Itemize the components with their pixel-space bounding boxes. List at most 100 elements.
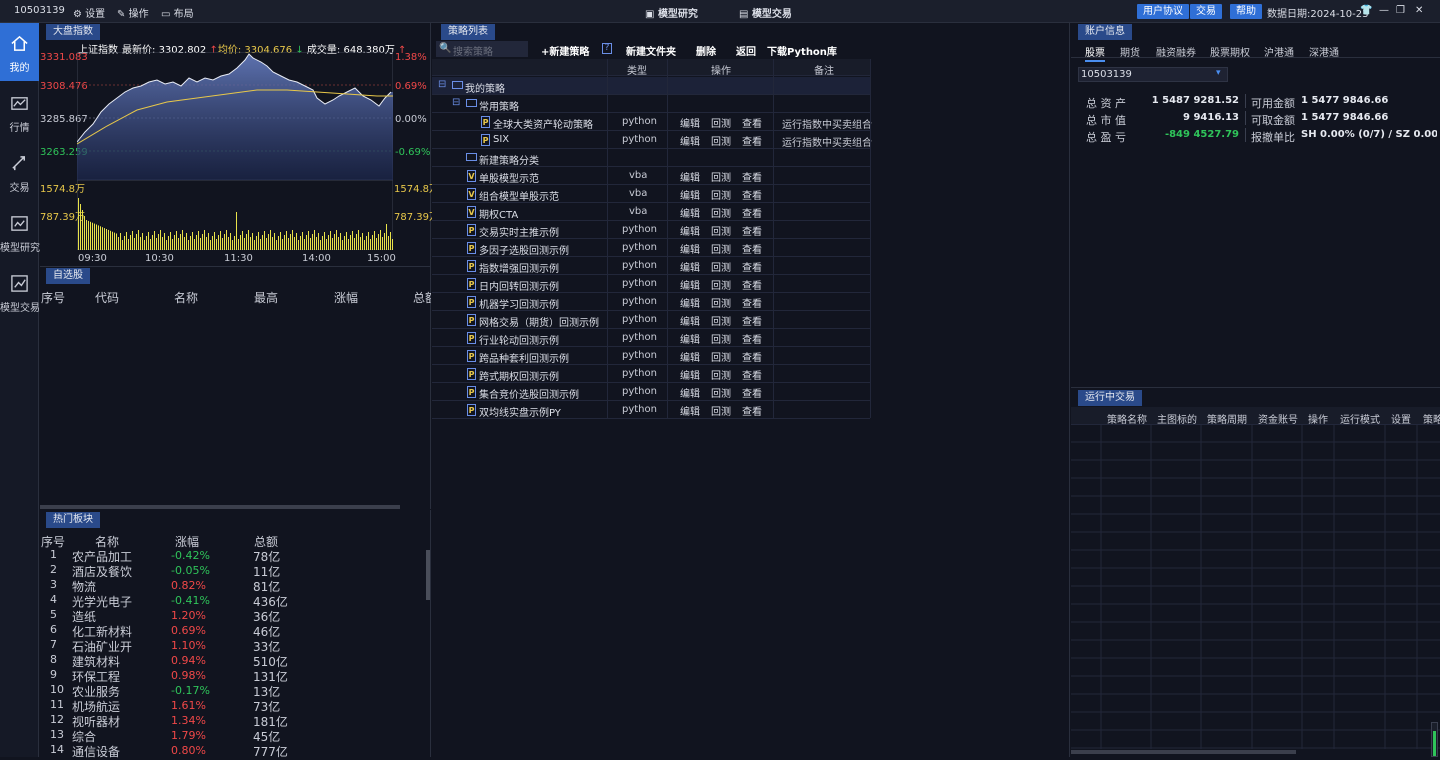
strategy-row[interactable]: ⊟ 我的策略	[432, 77, 870, 95]
new-strategy-button[interactable]: +新建策略	[541, 43, 589, 58]
hot-sector-row[interactable]: 12 视听器材 1.34% 181亿	[40, 713, 425, 729]
running-col[interactable]: 运行模式	[1340, 411, 1380, 426]
strategy-row[interactable]: P 多因子选股回测示例 python 编辑 回测 查看	[432, 239, 870, 257]
hot-sector-row[interactable]: 13 综合 1.79% 45亿	[40, 728, 425, 744]
edit-action[interactable]: 编辑	[680, 169, 700, 184]
col-code[interactable]: 代码	[95, 289, 119, 306]
hot-sector-row[interactable]: 8 建筑材料 0.94% 510亿	[40, 653, 425, 669]
nav-trade[interactable]: 交易	[0, 143, 39, 201]
strategy-row[interactable]: 新建策略分类	[432, 149, 870, 167]
view-action[interactable]: 查看	[742, 313, 762, 328]
col-index[interactable]: 序号	[41, 289, 65, 306]
hot-sector-row[interactable]: 3 物流 0.82% 81亿	[40, 578, 425, 594]
strategy-row[interactable]: P 双均线实盘示例PY python 编辑 回测 查看	[432, 401, 870, 419]
view-action[interactable]: 查看	[742, 205, 762, 220]
edit-action[interactable]: 编辑	[680, 277, 700, 292]
view-action[interactable]: 查看	[742, 349, 762, 364]
edit-action[interactable]: 编辑	[680, 385, 700, 400]
download-python-button[interactable]: 下载Python库	[767, 43, 837, 58]
col-name[interactable]: 名称	[174, 289, 198, 306]
close-icon[interactable]: ✕	[1415, 5, 1423, 16]
backtest-action[interactable]: 回测	[711, 187, 731, 202]
strategy-tab[interactable]: 策略列表	[441, 24, 495, 40]
strategy-row[interactable]: P 全球大类资产轮动策略 python 编辑 回测 查看 运行指数中买卖组合	[432, 113, 872, 131]
strategy-row[interactable]: P 交易实时主推示例 python 编辑 回测 查看	[432, 221, 870, 239]
backtest-action[interactable]: 回测	[711, 385, 731, 400]
view-action[interactable]: 查看	[742, 295, 762, 310]
running-col[interactable]: 主图标的	[1157, 411, 1197, 426]
backtest-action[interactable]: 回测	[711, 313, 731, 328]
view-action[interactable]: 查看	[742, 403, 762, 418]
running-col[interactable]: 策略	[1423, 411, 1440, 426]
strategy-row[interactable]: P 机器学习回测示例 python 编辑 回测 查看	[432, 293, 870, 311]
col-change[interactable]: 涨幅	[334, 289, 358, 306]
backtest-action[interactable]: 回测	[711, 349, 731, 364]
hot-sector-row[interactable]: 6 化工新材料 0.69% 46亿	[40, 623, 425, 639]
running-col[interactable]: 操作	[1308, 411, 1328, 426]
view-action[interactable]: 查看	[742, 241, 762, 256]
settings-menu[interactable]: ⚙ 设置	[73, 5, 105, 20]
edit-action[interactable]: 编辑	[680, 115, 700, 130]
edit-action[interactable]: 编辑	[680, 349, 700, 364]
edit-action[interactable]: 编辑	[680, 187, 700, 202]
backtest-action[interactable]: 回测	[711, 367, 731, 382]
strategy-row[interactable]: P 指数增强回测示例 python 编辑 回测 查看	[432, 257, 870, 275]
strategy-row[interactable]: V 组合模型单股示范 vba 编辑 回测 查看	[432, 185, 870, 203]
account-tab[interactable]: 账户信息	[1078, 24, 1132, 40]
back-button[interactable]: 返回	[736, 43, 756, 58]
operate-menu[interactable]: ✎ 操作	[117, 5, 149, 20]
index-panel-tab[interactable]: 大盘指数	[46, 24, 100, 40]
backtest-action[interactable]: 回测	[711, 115, 731, 130]
edit-action[interactable]: 编辑	[680, 133, 700, 148]
tree-toggle-icon[interactable]: ⊟	[438, 79, 446, 90]
running-col[interactable]: 策略周期	[1207, 411, 1247, 426]
view-action[interactable]: 查看	[742, 367, 762, 382]
help-button[interactable]: 帮助	[1230, 4, 1262, 19]
h-scrollbar[interactable]	[40, 505, 400, 509]
h-scrollbar[interactable]	[1071, 750, 1296, 754]
hot-sector-row[interactable]: 10 农业服务 -0.17% 13亿	[40, 683, 425, 699]
strategy-row[interactable]: P 日内回转回测示例 python 编辑 回测 查看	[432, 275, 870, 293]
strategy-row[interactable]: V 单股模型示范 vba 编辑 回测 查看	[432, 167, 870, 185]
running-col[interactable]: 资金账号	[1258, 411, 1298, 426]
view-action[interactable]: 查看	[742, 259, 762, 274]
view-action[interactable]: 查看	[742, 331, 762, 346]
edit-action[interactable]: 编辑	[680, 241, 700, 256]
backtest-action[interactable]: 回测	[711, 223, 731, 238]
view-action[interactable]: 查看	[742, 277, 762, 292]
backtest-action[interactable]: 回测	[711, 133, 731, 148]
trade-button[interactable]: 交易	[1190, 4, 1222, 19]
search-input[interactable]: 🔍 搜索策略	[436, 41, 528, 58]
new-folder-button[interactable]: 新建文件夹	[626, 43, 676, 58]
view-action[interactable]: 查看	[742, 385, 762, 400]
account-subtab[interactable]: 股票	[1085, 44, 1105, 62]
backtest-action[interactable]: 回测	[711, 403, 731, 418]
hot-sector-row[interactable]: 4 光学光电子 -0.41% 436亿	[40, 593, 425, 609]
col-high[interactable]: 最高	[254, 289, 278, 306]
edit-action[interactable]: 编辑	[680, 367, 700, 382]
hot-sector-row[interactable]: 5 造纸 1.20% 36亿	[40, 608, 425, 624]
hot-sector-row[interactable]: 14 通信设备 0.80% 777亿	[40, 743, 425, 759]
running-tab[interactable]: 运行中交易	[1078, 390, 1142, 406]
backtest-action[interactable]: 回测	[711, 241, 731, 256]
edit-action[interactable]: 编辑	[680, 331, 700, 346]
nav-model-research[interactable]: 模型研究	[0, 203, 40, 261]
edit-action[interactable]: 编辑	[680, 295, 700, 310]
strategy-row[interactable]: P SIX python 编辑 回测 查看 运行指数中买卖组合	[432, 131, 872, 149]
view-action[interactable]: 查看	[742, 133, 762, 148]
strategy-row[interactable]: V 期权CTA vba 编辑 回测 查看	[432, 203, 870, 221]
nav-market[interactable]: 行情	[0, 83, 39, 141]
strategy-row[interactable]: ⊟ 常用策略	[432, 95, 870, 113]
strategy-row[interactable]: P 网格交易（期货）回测示例 python 编辑 回测 查看	[432, 311, 870, 329]
view-action[interactable]: 查看	[742, 115, 762, 130]
delete-button[interactable]: 删除	[696, 43, 716, 58]
tree-toggle-icon[interactable]: ⊟	[452, 97, 460, 108]
backtest-action[interactable]: 回测	[711, 295, 731, 310]
minimize-icon[interactable]: —	[1379, 5, 1389, 16]
edit-action[interactable]: 编辑	[680, 259, 700, 274]
view-action[interactable]: 查看	[742, 169, 762, 184]
hot-sector-row[interactable]: 9 环保工程 0.98% 131亿	[40, 668, 425, 684]
backtest-action[interactable]: 回测	[711, 331, 731, 346]
shirt-icon[interactable]: 👕	[1360, 5, 1372, 16]
hot-sector-row[interactable]: 2 酒店及餐饮 -0.05% 11亿	[40, 563, 425, 579]
